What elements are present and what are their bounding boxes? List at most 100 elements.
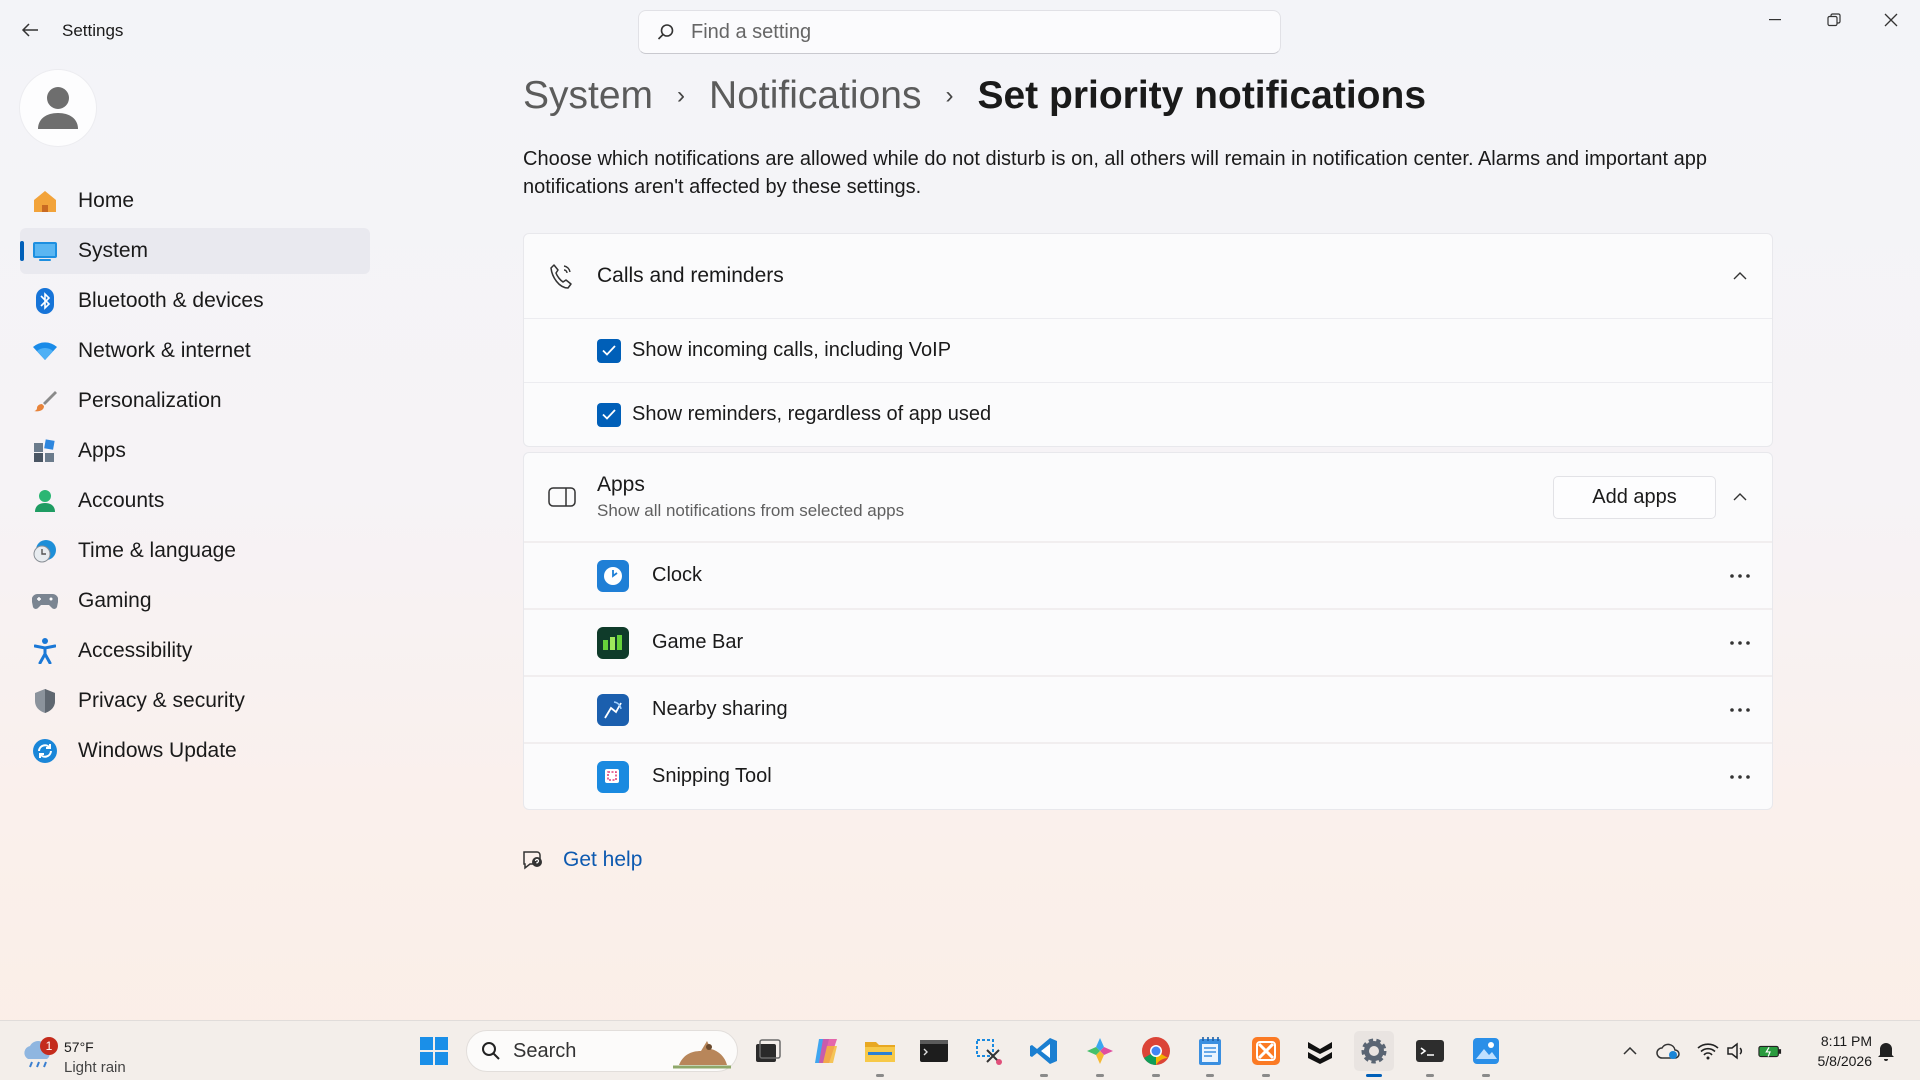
more-options-button[interactable]: [1722, 762, 1758, 792]
restore-button[interactable]: [1806, 0, 1862, 40]
user-icon: [38, 87, 78, 129]
incoming-calls-checkbox[interactable]: [597, 338, 621, 363]
battery-tray-button[interactable]: [1758, 1039, 1782, 1063]
close-button[interactable]: [1863, 0, 1919, 40]
sidebar-item-label: Privacy & security: [78, 689, 245, 712]
copilot-button[interactable]: [806, 1031, 846, 1071]
chevron-up-icon: [1623, 1047, 1637, 1055]
app-row-snipping-tool: Snipping Tool: [524, 742, 1772, 809]
sidebar-nav: Home System Bluetooth & devices Network …: [20, 178, 370, 778]
sidebar-item-system[interactable]: System: [20, 228, 370, 274]
more-options-button[interactable]: [1722, 695, 1758, 725]
option-incoming-calls: Show incoming calls, including VoIP: [524, 318, 1772, 382]
reminders-checkbox[interactable]: [597, 402, 621, 427]
sidebar-item-label: Time & language: [78, 539, 236, 562]
task-view-button[interactable]: [748, 1031, 788, 1071]
sidebar-item-gaming[interactable]: Gaming: [20, 578, 370, 624]
weather-condition: Light rain: [64, 1059, 126, 1076]
search-input[interactable]: [691, 20, 1251, 44]
sidebar-item-time-language[interactable]: Time & language: [20, 528, 370, 574]
sidebar-item-accounts[interactable]: Accounts: [20, 478, 370, 524]
gear-icon: [1361, 1038, 1387, 1064]
wifi-icon: [1697, 1043, 1719, 1060]
incoming-calls-label: Show incoming calls, including VoIP: [632, 339, 952, 361]
paint-app-button[interactable]: [1080, 1031, 1120, 1077]
option-reminders: Show reminders, regardless of app used: [524, 382, 1772, 446]
command-prompt-icon: [920, 1040, 948, 1062]
taskbar-search[interactable]: Search: [466, 1030, 738, 1072]
breadcrumb-separator: ›: [945, 82, 954, 109]
app-name: Clock: [652, 564, 703, 586]
start-button[interactable]: [414, 1031, 454, 1071]
weather-widget[interactable]: 1 57°F Light rain: [20, 1029, 160, 1076]
chrome-button[interactable]: [1136, 1031, 1176, 1077]
terminal-app-button[interactable]: [914, 1031, 954, 1071]
sidebar-item-personalization[interactable]: Personalization: [20, 378, 370, 424]
running-indicator: [1040, 1074, 1048, 1077]
running-indicator: [1096, 1074, 1104, 1077]
photos-app-button[interactable]: [1466, 1031, 1506, 1077]
more-options-button[interactable]: [1722, 561, 1758, 591]
time-language-icon: [32, 538, 58, 564]
sidebar-item-bluetooth[interactable]: Bluetooth & devices: [20, 278, 370, 324]
copilot-icon: [815, 1039, 837, 1063]
sparkle-app-icon: [1087, 1038, 1113, 1064]
bluetooth-icon: [32, 288, 58, 314]
chevron-up-icon[interactable]: [1728, 485, 1752, 509]
apps-icon: [32, 438, 58, 464]
bell-icon: [1878, 1043, 1894, 1061]
page-description: Choose which notifications are allowed w…: [523, 148, 1707, 198]
xampp-button[interactable]: [1246, 1031, 1286, 1077]
breadcrumb-notifications[interactable]: Notifications: [709, 74, 921, 118]
sidebar-item-label: Apps: [78, 439, 126, 462]
windows-terminal-button[interactable]: [1410, 1031, 1450, 1077]
back-button[interactable]: [14, 16, 46, 44]
onedrive-tray-button[interactable]: [1656, 1039, 1680, 1063]
battery-charging-icon: [1758, 1045, 1782, 1058]
weather-badge: 1: [40, 1037, 58, 1055]
show-hidden-icons-button[interactable]: [1618, 1039, 1642, 1063]
capcut-button[interactable]: [1300, 1031, 1340, 1071]
vscode-icon: [1030, 1038, 1057, 1064]
more-icon: [1730, 774, 1750, 779]
sidebar-item-apps[interactable]: Apps: [20, 428, 370, 474]
sidebar-item-privacy-security[interactable]: Privacy & security: [20, 678, 370, 724]
calls-reminders-header[interactable]: Calls and reminders: [524, 234, 1772, 318]
app-title: Settings: [62, 21, 124, 40]
active-indicator: [1366, 1074, 1382, 1077]
sidebar-item-label: System: [78, 239, 149, 262]
volume-tray-button[interactable]: [1724, 1039, 1748, 1063]
reminders-label: Show reminders, regardless of app used: [632, 403, 992, 425]
user-avatar[interactable]: [20, 70, 96, 146]
chevron-up-icon[interactable]: [1728, 264, 1752, 288]
nearby-sharing-icon: [597, 693, 629, 726]
more-options-button[interactable]: [1722, 628, 1758, 658]
vscode-button[interactable]: [1024, 1031, 1064, 1077]
settings-taskbar-button[interactable]: [1354, 1031, 1394, 1077]
notification-center-button[interactable]: [1874, 1039, 1898, 1063]
sidebar-item-network[interactable]: Network & internet: [20, 328, 370, 374]
app-name: Game Bar: [652, 631, 744, 653]
sidebar-item-windows-update[interactable]: Windows Update: [20, 728, 370, 774]
file-explorer-button[interactable]: [860, 1031, 900, 1077]
notepad-button[interactable]: [1190, 1031, 1230, 1077]
app-name: Nearby sharing: [652, 698, 788, 720]
notepad-icon: [1199, 1037, 1221, 1065]
running-indicator: [1426, 1074, 1434, 1077]
get-help-link[interactable]: Get help: [521, 848, 642, 872]
sidebar-item-accessibility[interactable]: Accessibility: [20, 628, 370, 674]
accounts-icon: [32, 488, 58, 514]
taskbar-clock[interactable]: 8:11 PM 5/8/2026: [1796, 1031, 1873, 1071]
add-apps-button[interactable]: Add apps: [1553, 476, 1716, 519]
settings-search-box[interactable]: [638, 10, 1281, 54]
snipping-tool-icon: [597, 760, 629, 793]
breadcrumb-system[interactable]: System: [523, 74, 653, 118]
sidebar-item-home[interactable]: Home: [20, 178, 370, 224]
minimize-button[interactable]: [1748, 0, 1804, 40]
apps-header[interactable]: Apps Show all notifications from selecte…: [524, 453, 1772, 541]
app-row-game-bar: Game Bar: [524, 608, 1772, 675]
wifi-tray-button[interactable]: [1696, 1039, 1720, 1063]
snipping-tool-button[interactable]: [968, 1031, 1008, 1071]
back-arrow-icon: [21, 23, 38, 37]
weather-temp: 57°F: [64, 1039, 94, 1055]
